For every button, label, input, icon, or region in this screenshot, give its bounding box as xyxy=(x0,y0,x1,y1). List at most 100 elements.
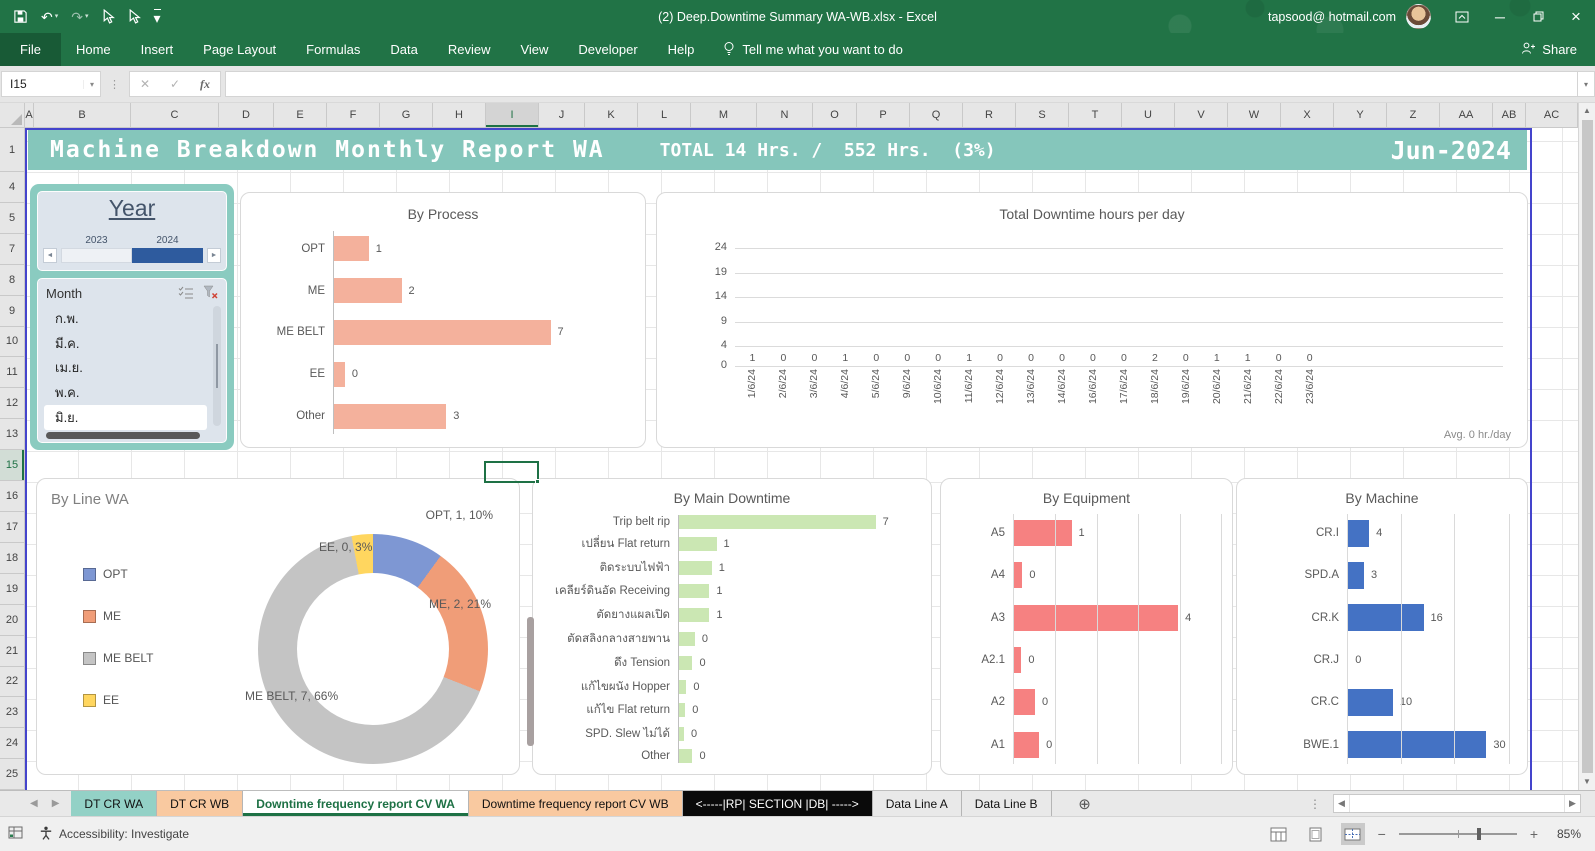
ribbon-tab-page-layout[interactable]: Page Layout xyxy=(188,33,291,66)
month-item-มี-ค[interactable]: มี.ค. xyxy=(44,331,207,356)
column-header-p[interactable]: P xyxy=(857,103,910,127)
column-header-g[interactable]: G xyxy=(380,103,433,127)
row-header-23[interactable]: 23 xyxy=(0,697,25,728)
month-slicer[interactable]: Month ก.พ.มี.ค.เม.ย.พ.ค.มิ.ย. xyxy=(37,278,227,443)
customize-qat-icon[interactable]: ▾ xyxy=(154,9,161,25)
row-header-8[interactable]: 8 xyxy=(0,265,25,296)
year-scroll-right-icon[interactable]: ► xyxy=(207,248,221,263)
vertical-scroll-thumb[interactable] xyxy=(1582,120,1593,773)
zoom-slider-thumb[interactable] xyxy=(1477,828,1481,840)
column-header-b[interactable]: B xyxy=(34,103,131,127)
chart-daily-downtime[interactable]: Total Downtime hours per day241914940100… xyxy=(656,192,1528,448)
formula-input[interactable] xyxy=(225,71,1577,97)
chart-main-downtime[interactable]: By Main DowntimeTrip belt rip7เปลี่ยน Fl… xyxy=(532,478,932,775)
column-header-f[interactable]: F xyxy=(327,103,380,127)
row-header-9[interactable]: 9 xyxy=(0,296,25,327)
column-header-e[interactable]: E xyxy=(274,103,327,127)
redo-dropdown-icon[interactable]: ▾ xyxy=(85,13,89,20)
row-header-15[interactable]: 15 xyxy=(0,450,25,481)
scroll-handle-bar[interactable] xyxy=(527,617,534,746)
sheet-tab-downtime-frequency-report-cv-wb[interactable]: Downtime frequency report CV WB xyxy=(469,791,683,816)
year-slicer[interactable]: Year ◄ 20232024 ► xyxy=(37,191,227,271)
column-header-n[interactable]: N xyxy=(757,103,813,127)
month-item-เม-ย[interactable]: เม.ย. xyxy=(44,356,207,381)
column-header-l[interactable]: L xyxy=(638,103,691,127)
sheet-tab-rp-section-db[interactable]: <-----|RP| SECTION |DB| -----> xyxy=(683,791,873,816)
column-header-c[interactable]: C xyxy=(131,103,219,127)
row-header-16[interactable]: 16 xyxy=(0,481,25,512)
year-scroll-left-icon[interactable]: ◄ xyxy=(43,248,57,263)
tabbar-overflow-icon[interactable]: ⋮ xyxy=(1301,791,1329,816)
ribbon-tab-help[interactable]: Help xyxy=(653,33,710,66)
row-header-13[interactable]: 13 xyxy=(0,419,25,450)
enter-formula-icon[interactable]: ✓ xyxy=(160,72,190,96)
month-item-พ-ค[interactable]: พ.ค. xyxy=(44,380,207,405)
column-header-s[interactable]: S xyxy=(1016,103,1069,127)
column-header-o[interactable]: O xyxy=(813,103,857,127)
name-box-dropdown-icon[interactable]: ▾ xyxy=(83,80,100,89)
column-header-t[interactable]: T xyxy=(1069,103,1122,127)
sheet-content[interactable]: Machine Breakdown Monthly Report WA TOTA… xyxy=(25,128,1578,790)
column-header-x[interactable]: X xyxy=(1281,103,1334,127)
restore-button[interactable] xyxy=(1519,0,1557,33)
ribbon-tab-data[interactable]: Data xyxy=(375,33,432,66)
row-header-11[interactable]: 11 xyxy=(0,357,25,388)
zoom-in-icon[interactable]: + xyxy=(1530,826,1538,842)
horizontal-scrollbar[interactable]: ◀ ▶ xyxy=(1333,794,1581,813)
expand-formula-bar-icon[interactable]: ▾ xyxy=(1577,71,1595,97)
avatar[interactable] xyxy=(1406,4,1431,29)
sheet-tab-data-line-a[interactable]: Data Line A xyxy=(873,791,962,816)
column-header-r[interactable]: R xyxy=(963,103,1016,127)
column-header-y[interactable]: Y xyxy=(1334,103,1387,127)
ribbon-tab-file[interactable]: File xyxy=(0,33,61,66)
ribbon-tab-view[interactable]: View xyxy=(505,33,563,66)
tell-me-box[interactable]: Tell me what you want to do xyxy=(723,33,902,66)
column-header-i[interactable]: I xyxy=(486,103,539,127)
column-header-k[interactable]: K xyxy=(585,103,638,127)
column-header-ac[interactable]: AC xyxy=(1526,103,1578,127)
undo-icon[interactable]: ↶▾ xyxy=(41,10,58,24)
column-header-aa[interactable]: AA xyxy=(1440,103,1493,127)
cursor-icon[interactable] xyxy=(102,9,115,24)
row-header-5[interactable]: 5 xyxy=(0,203,25,234)
month-hscroll-thumb[interactable] xyxy=(46,432,200,439)
name-box[interactable]: I15 ▾ xyxy=(1,71,101,97)
chart-equipment[interactable]: By EquipmentA51A40A34A2.10A20A10 xyxy=(940,478,1233,775)
undo-dropdown-icon[interactable]: ▾ xyxy=(55,13,59,20)
column-header-q[interactable]: Q xyxy=(910,103,963,127)
month-item-มิ-ย[interactable]: มิ.ย. xyxy=(44,405,207,430)
zoom-level[interactable]: 85% xyxy=(1551,827,1581,841)
row-header-1[interactable]: 1 xyxy=(0,128,25,172)
save-icon[interactable] xyxy=(13,9,28,24)
chart-machine[interactable]: By MachineCR.I4SPD.A3CR.K16CR.J0CR.C10BW… xyxy=(1236,478,1528,775)
share-button[interactable]: Share xyxy=(1521,33,1577,66)
row-header-7[interactable]: 7 xyxy=(0,234,25,265)
ribbon-tab-insert[interactable]: Insert xyxy=(126,33,189,66)
scroll-up-icon[interactable]: ▲ xyxy=(1583,103,1591,119)
row-header-12[interactable]: 12 xyxy=(0,388,25,419)
active-cell-i15[interactable] xyxy=(484,461,539,483)
row-header-18[interactable]: 18 xyxy=(0,543,25,574)
zoom-slider[interactable] xyxy=(1399,833,1517,835)
column-header-v[interactable]: V xyxy=(1175,103,1228,127)
row-header-21[interactable]: 21 xyxy=(0,636,25,667)
close-button[interactable]: × xyxy=(1557,0,1595,33)
scroll-down-icon[interactable]: ▼ xyxy=(1583,774,1591,790)
chart-by-process[interactable]: By ProcessOPT1ME2ME BELT7EE0Other3 xyxy=(240,192,646,448)
scroll-left-icon[interactable]: ◀ xyxy=(1334,798,1349,809)
column-header-a[interactable]: A xyxy=(25,103,34,127)
column-header-w[interactable]: W xyxy=(1228,103,1281,127)
row-header-4[interactable]: 4 xyxy=(0,172,25,203)
insert-function-icon[interactable]: fx xyxy=(190,72,220,96)
account-name[interactable]: tapsood@ hotmail.com xyxy=(1268,10,1396,24)
page-layout-view-icon[interactable] xyxy=(1304,823,1328,845)
column-header-u[interactable]: U xyxy=(1122,103,1175,127)
minimize-button[interactable]: ─ xyxy=(1481,0,1519,33)
row-header-25[interactable]: 25 xyxy=(0,759,25,790)
column-header-m[interactable]: M xyxy=(691,103,757,127)
cancel-formula-icon[interactable]: ✕ xyxy=(130,72,160,96)
ribbon-tab-developer[interactable]: Developer xyxy=(563,33,652,66)
clear-filter-icon[interactable] xyxy=(203,285,218,302)
sheet-nav-right-icon[interactable]: ▶ xyxy=(52,798,60,809)
vertical-scrollbar[interactable]: ▲ ▼ xyxy=(1578,103,1595,790)
